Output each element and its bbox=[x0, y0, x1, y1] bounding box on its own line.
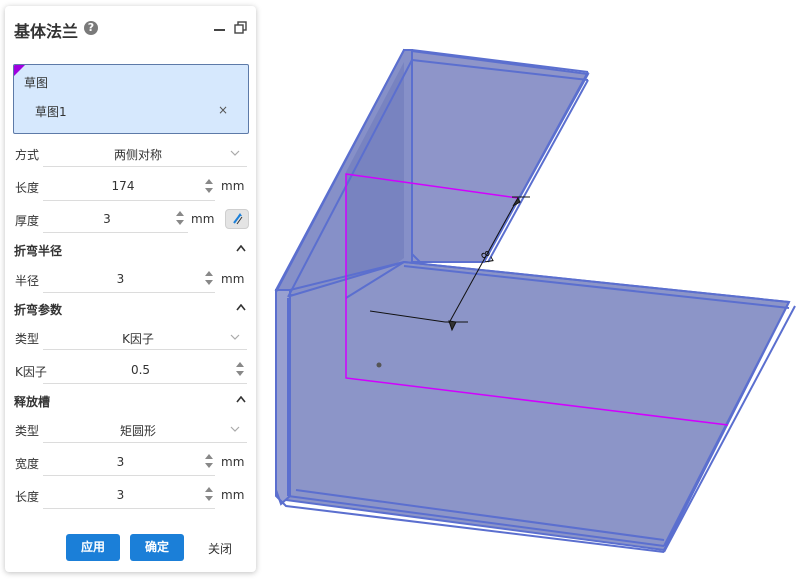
thickness-label: 厚度 bbox=[15, 214, 40, 228]
thickness-stepper[interactable] bbox=[175, 208, 185, 228]
radius-input[interactable]: 3 bbox=[43, 272, 198, 286]
apply-button[interactable]: 应用 bbox=[66, 534, 120, 561]
collapse-chevron-icon[interactable] bbox=[236, 245, 246, 252]
vertical-wall bbox=[402, 48, 590, 263]
sketch-selection-box[interactable]: 草图 草图1 × bbox=[13, 64, 249, 134]
base-plate bbox=[284, 260, 791, 552]
collapse-chevron-icon[interactable] bbox=[236, 396, 246, 403]
base-flange-panel: 基体法兰 ? 草图 草图1 × 方式 两侧对称 长度 174 mm 厚度 3 m… bbox=[5, 6, 256, 572]
radius-label: 半径 bbox=[15, 274, 40, 288]
remove-sketch-icon[interactable]: × bbox=[218, 103, 228, 117]
relief-width-unit: mm bbox=[221, 455, 245, 469]
bend-type-select[interactable]: K因子 bbox=[43, 330, 233, 347]
bend-type-label: 类型 bbox=[15, 332, 40, 346]
method-select[interactable]: 两侧对称 bbox=[43, 146, 233, 163]
sketch-box-title: 草图 bbox=[24, 76, 49, 90]
close-button[interactable]: 关闭 bbox=[208, 540, 232, 557]
chevron-down-icon[interactable] bbox=[230, 334, 240, 340]
relief-length-stepper[interactable] bbox=[204, 484, 214, 504]
flip-direction-icon bbox=[233, 213, 243, 225]
radius-unit: mm bbox=[221, 272, 245, 286]
length-unit: mm bbox=[221, 179, 245, 193]
sketch-point bbox=[376, 362, 382, 368]
relief-length-input[interactable]: 3 bbox=[43, 488, 198, 502]
chevron-down-icon[interactable] bbox=[230, 426, 240, 432]
relief-length-unit: mm bbox=[221, 488, 245, 502]
sketch-item[interactable]: 草图1 bbox=[35, 103, 67, 120]
bend-radius-section-title[interactable]: 折弯半径 bbox=[14, 242, 62, 259]
thickness-unit: mm bbox=[191, 212, 215, 226]
flip-direction-button[interactable] bbox=[225, 209, 249, 229]
radius-stepper[interactable] bbox=[204, 268, 214, 288]
relief-type-label: 类型 bbox=[15, 424, 40, 438]
length-input[interactable]: 174 bbox=[43, 179, 203, 193]
chevron-down-icon[interactable] bbox=[230, 150, 240, 156]
length-stepper[interactable] bbox=[204, 176, 214, 196]
kfactor-input[interactable]: 0.5 bbox=[43, 363, 238, 377]
restore-window-icon[interactable] bbox=[234, 21, 248, 35]
collapse-chevron-icon[interactable] bbox=[236, 304, 246, 311]
relief-type-select[interactable]: 矩圆形 bbox=[43, 422, 233, 439]
relief-width-label: 宽度 bbox=[15, 457, 40, 471]
method-label: 方式 bbox=[15, 148, 40, 162]
panel-title: 基体法兰 bbox=[14, 22, 79, 41]
kfactor-stepper[interactable] bbox=[235, 359, 245, 379]
relief-width-stepper[interactable] bbox=[204, 451, 214, 471]
bend-params-section-title[interactable]: 折弯参数 bbox=[14, 301, 62, 318]
ok-button[interactable]: 确定 bbox=[130, 534, 184, 561]
length-label: 长度 bbox=[15, 181, 40, 195]
relief-width-input[interactable]: 3 bbox=[43, 455, 198, 469]
minimize-icon[interactable] bbox=[214, 29, 225, 31]
relief-length-label: 长度 bbox=[15, 490, 40, 504]
help-icon[interactable]: ? bbox=[84, 21, 98, 35]
thickness-input[interactable]: 3 bbox=[43, 212, 171, 226]
relief-section-title[interactable]: 释放槽 bbox=[14, 393, 50, 410]
